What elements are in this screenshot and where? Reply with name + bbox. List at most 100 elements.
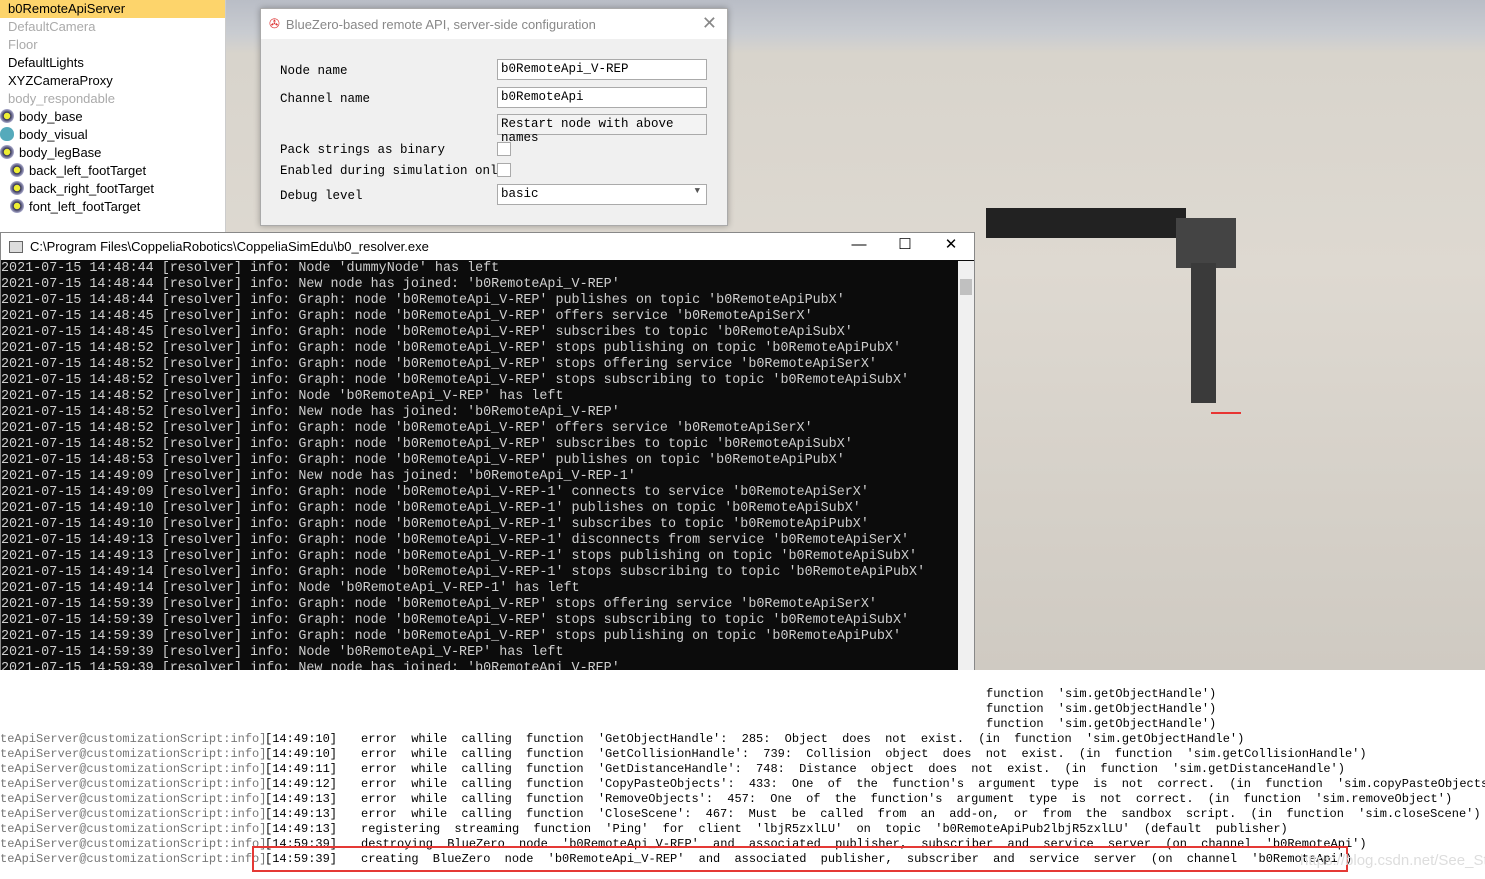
tree-item-label: DefaultCamera <box>8 19 96 34</box>
tree-item[interactable]: font_left_footTarget <box>0 198 225 216</box>
tree-item-label: DefaultLights <box>8 55 84 70</box>
tree-item[interactable]: body_base <box>0 108 225 126</box>
tree-item-label: body_legBase <box>19 145 102 160</box>
tree-item-label: XYZCameraProxy <box>8 73 113 88</box>
console-titlebar: C:\Program Files\CoppeliaRobotics\Coppel… <box>1 233 974 260</box>
tree-item-label: Floor <box>8 37 38 52</box>
tree-item[interactable]: back_right_footTarget <box>0 180 225 198</box>
tree-item[interactable]: body_legBase <box>0 144 225 162</box>
channel-name-input[interactable]: b0RemoteApi <box>497 87 707 108</box>
tree-item-label: body_respondable <box>8 91 115 106</box>
tree-item-label: back_left_footTarget <box>29 163 147 178</box>
pack-strings-checkbox[interactable] <box>497 142 511 156</box>
b0-config-dialog: ✇ BlueZero-based remote API, server-side… <box>260 8 728 226</box>
log-message: registering streaming function 'Ping' fo… <box>361 822 1288 836</box>
log-time: [14:49:12] <box>265 777 338 791</box>
tree-item[interactable]: XYZCameraProxy <box>0 72 225 90</box>
console-line: 2021-07-15 14:48:44 [resolver] info: Gra… <box>1 293 845 308</box>
log-row: teApiServer@customizationScript:info][14… <box>0 747 1367 762</box>
log-message: error while calling function 'GetCollisi… <box>361 747 1367 761</box>
log-row: function 'sim.getObjectHandle') <box>986 702 1216 717</box>
console-line: 2021-07-15 14:59:39 [resolver] info: Gra… <box>1 597 877 612</box>
debug-level-value: basic <box>501 187 539 201</box>
console-line: 2021-07-15 14:48:52 [resolver] info: Gra… <box>1 357 877 372</box>
scrollbar-thumb[interactable] <box>960 279 972 295</box>
dummy-icon <box>10 199 24 213</box>
log-time: [14:49:13] <box>265 807 338 821</box>
log-row: function 'sim.getObjectHandle') <box>986 687 1216 702</box>
log-row: teApiServer@customizationScript:info][14… <box>0 762 1345 777</box>
dialog-titlebar: ✇ BlueZero-based remote API, server-side… <box>261 9 727 39</box>
chevron-down-icon: ▼ <box>694 186 700 196</box>
tree-item[interactable]: DefaultLights <box>0 54 225 72</box>
log-row: function 'sim.getObjectHandle') <box>986 717 1216 732</box>
shape-icon <box>0 127 14 141</box>
enabled-sim-checkbox[interactable] <box>497 163 511 177</box>
node-name-input[interactable]: b0RemoteApi_V-REP <box>497 59 707 80</box>
log-source: teApiServer@customizationScript:info] <box>0 837 267 851</box>
log-source: teApiServer@customizationScript:info] <box>0 807 267 821</box>
console-line: 2021-07-15 14:48:45 [resolver] info: Gra… <box>1 309 813 324</box>
log-source: teApiServer@customizationScript:info] <box>0 732 267 746</box>
console-line: 2021-07-15 14:48:53 [resolver] info: Gra… <box>1 453 845 468</box>
console-line: 2021-07-15 14:48:44 [resolver] info: Nod… <box>1 261 500 276</box>
console-line: 2021-07-15 14:49:13 [resolver] info: Gra… <box>1 549 918 564</box>
close-icon[interactable]: ✕ <box>702 13 717 34</box>
tree-item[interactable]: body_respondable <box>0 90 225 108</box>
console-line: 2021-07-15 14:59:39 [resolver] info: Gra… <box>1 629 901 644</box>
log-time: [14:49:10] <box>265 732 338 746</box>
console-line: 2021-07-15 14:48:44 [resolver] info: New… <box>1 277 620 292</box>
close-icon[interactable]: ✕ <box>928 233 974 257</box>
dummy-icon <box>0 145 14 159</box>
log-source: teApiServer@customizationScript:info] <box>0 822 267 836</box>
resolver-console-window: C:\Program Files\CoppeliaRobotics\Coppel… <box>0 232 975 740</box>
console-line: 2021-07-15 14:59:39 [resolver] info: Gra… <box>1 613 910 628</box>
console-line: 2021-07-15 14:49:14 [resolver] info: Nod… <box>1 581 580 596</box>
log-time: [14:49:13] <box>265 822 338 836</box>
maximize-icon[interactable]: ☐ <box>882 233 928 257</box>
scene-hierarchy[interactable]: b0RemoteApiServer DefaultCamera Floor Defau… <box>0 0 226 232</box>
log-row: teApiServer@customizationScript:info][14… <box>0 822 1288 837</box>
tree-item-label: body_base <box>19 109 83 124</box>
console-line: 2021-07-15 14:48:52 [resolver] info: Nod… <box>1 389 564 404</box>
console-scrollbar[interactable] <box>958 261 974 739</box>
robot-model <box>986 208 1241 414</box>
console-line: 2021-07-15 14:48:52 [resolver] info: Gra… <box>1 437 853 452</box>
minimize-icon[interactable]: — <box>836 233 882 257</box>
log-time: [14:49:10] <box>265 747 338 761</box>
console-line: 2021-07-15 14:49:13 [resolver] info: Gra… <box>1 533 910 548</box>
log-message: error while calling function 'CloseScene… <box>361 807 1481 821</box>
console-icon <box>9 240 23 253</box>
log-source: teApiServer@customizationScript:info] <box>0 762 267 776</box>
tree-item[interactable]: Floor <box>0 36 225 54</box>
log-source: teApiServer@customizationScript:info] <box>0 777 267 791</box>
console-line: 2021-07-15 14:48:45 [resolver] info: Gra… <box>1 325 853 340</box>
tree-item[interactable]: body_visual <box>0 126 225 144</box>
console-line: 2021-07-15 14:49:09 [resolver] info: New… <box>1 469 636 484</box>
tree-item-label: b0RemoteApiServer <box>8 1 126 16</box>
dummy-icon <box>0 109 14 123</box>
console-line: 2021-07-15 14:48:52 [resolver] info: New… <box>1 405 620 420</box>
tree-item-label: font_left_footTarget <box>29 199 141 214</box>
log-row: teApiServer@customizationScript:info][14… <box>0 792 1452 807</box>
tree-item[interactable]: back_left_footTarget <box>0 162 225 180</box>
console-output: 2021-07-15 14:48:44 [resolver] info: Nod… <box>1 261 959 725</box>
console-line: 2021-07-15 14:48:52 [resolver] info: Gra… <box>1 373 910 388</box>
dialog-title: BlueZero-based remote API, server-side c… <box>285 16 596 32</box>
log-source: teApiServer@customizationScript:info] <box>0 792 267 806</box>
log-message: function 'sim.getObjectHandle') <box>986 687 1217 701</box>
tree-item[interactable]: b0RemoteApiServer <box>0 0 225 18</box>
console-line: 2021-07-15 14:59:39 [resolver] info: Nod… <box>1 645 564 660</box>
debug-level-select[interactable]: basic ▼ <box>497 184 707 205</box>
enabled-sim-label: Enabled during simulation only <box>280 164 506 178</box>
tree-item[interactable]: DefaultCamera <box>0 18 225 36</box>
dummy-icon <box>10 163 24 177</box>
restart-node-button[interactable]: Restart node with above names <box>497 114 707 145</box>
console-line: 2021-07-15 14:48:52 [resolver] info: Gra… <box>1 421 813 436</box>
highlight-box <box>252 846 1348 872</box>
log-row: teApiServer@customizationScript:info][14… <box>0 732 1244 747</box>
log-source: teApiServer@customizationScript:info] <box>0 747 267 761</box>
debug-level-label: Debug level <box>280 189 363 203</box>
pack-strings-label: Pack strings as binary <box>280 143 446 157</box>
log-row: teApiServer@customizationScript:info][14… <box>0 777 1485 792</box>
